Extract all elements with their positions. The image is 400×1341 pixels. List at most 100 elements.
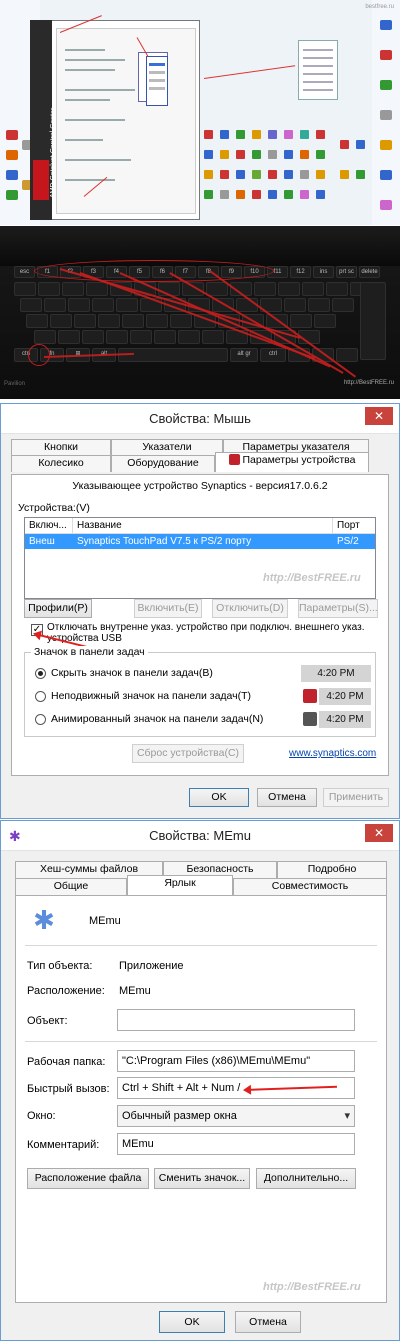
brand-label: Pavilion — [4, 381, 26, 387]
function-key: f12 — [290, 266, 311, 278]
function-key: ins — [313, 266, 334, 278]
arrow-key — [336, 348, 358, 362]
keyboard-key — [236, 298, 258, 312]
desktop-icons-right — [372, 0, 400, 225]
keyboard-key — [58, 330, 80, 344]
device-enabled: Внеш — [29, 536, 55, 547]
ctrl-key: ctrl — [260, 348, 286, 362]
function-key: delete — [359, 266, 380, 278]
radio-animated-icon[interactable] — [35, 714, 46, 725]
device-row[interactable]: Внеш Synaptics TouchPad V7.5 к PS/2 порт… — [25, 534, 375, 549]
title-bar: Свойства: Мышь ✕ — [1, 404, 399, 434]
radio-hide-icon[interactable] — [35, 668, 46, 679]
tab-shortcut[interactable]: Ярлык — [127, 875, 233, 895]
keyboard-key — [74, 314, 96, 328]
ok-button[interactable]: OK — [159, 1311, 225, 1333]
desktop-shortcuts — [200, 120, 390, 220]
mouse-properties-dialog: Свойства: Мышь ✕ Кнопки Указатели Параме… — [0, 403, 400, 819]
separator — [25, 945, 377, 946]
checkbox-label: Отключать внутренне указ. устройство при… — [47, 622, 364, 644]
space-key — [118, 348, 228, 362]
checkbox-label-line2: устройства USB — [47, 633, 122, 644]
close-button[interactable]: ✕ — [365, 407, 393, 425]
advanced-button[interactable]: Дополнительно... — [256, 1168, 356, 1189]
settings-button[interactable]: Параметры(S)... — [298, 599, 378, 618]
profiles-button[interactable]: Профили(P) — [24, 599, 92, 618]
tab-pointers[interactable]: Указатели — [111, 439, 223, 456]
radio-static-icon[interactable] — [35, 691, 46, 702]
keyboard-key — [254, 282, 276, 296]
tab-general[interactable]: Общие — [15, 878, 127, 895]
title-bar: ✱ Свойства: MEmu ✕ — [1, 821, 399, 851]
device-name: Synaptics TouchPad V7.5 к PS/2 порту — [77, 536, 252, 547]
reset-device-button[interactable]: Сброс устройства(С) — [132, 744, 244, 763]
app-name: MEmu — [89, 915, 121, 927]
tab-compatibility[interactable]: Совместимость — [233, 878, 387, 895]
keyboard-key — [284, 298, 306, 312]
numpad-area — [360, 282, 386, 360]
close-button[interactable]: ✕ — [365, 824, 393, 842]
keyboard-key — [278, 282, 300, 296]
context-menu[interactable] — [298, 40, 338, 100]
type-label: Тип объекта: — [27, 960, 93, 972]
keyboard-key — [116, 298, 138, 312]
radio-animated-icon-label: Анимированный значок на панели задач(N) — [51, 713, 264, 725]
synaptics-tray-icon — [303, 689, 317, 703]
checkbox-label-line1: Отключать внутренне указ. устройство при… — [47, 622, 365, 633]
apply-button[interactable]: Применить — [323, 788, 389, 807]
column-enabled[interactable]: Включ... — [25, 518, 73, 533]
function-key: prt sc — [336, 266, 357, 278]
tab-wheel[interactable]: Колесико — [11, 455, 111, 472]
tab-hardware[interactable]: Оборудование — [111, 455, 215, 472]
object-label: Объект: — [27, 1015, 68, 1027]
change-icon-button[interactable]: Сменить значок... — [154, 1168, 250, 1189]
keyboard-key — [82, 330, 104, 344]
separator — [25, 1041, 377, 1042]
disable-button[interactable]: Отключить(D) — [212, 599, 288, 618]
amd-dropdown[interactable] — [146, 56, 168, 106]
object-field[interactable] — [117, 1009, 355, 1031]
watermark: http://BestFREE.ru — [263, 1281, 361, 1293]
shortcut-panel — [15, 895, 387, 1303]
memu-properties-dialog: ✱ Свойства: MEmu ✕ Хеш-суммы файлов Безо… — [0, 820, 400, 1341]
open-file-location-button[interactable]: Расположение файла — [27, 1168, 149, 1189]
tab-details[interactable]: Подробно — [277, 861, 387, 878]
keyboard-key — [290, 314, 312, 328]
synaptics-link[interactable]: www.synaptics.com — [289, 748, 376, 759]
devices-label: Устройства:(V) — [18, 502, 90, 514]
keyboard-key — [202, 330, 224, 344]
amd-logo — [33, 160, 49, 200]
keyboard-key — [326, 282, 348, 296]
tab-row-front: Общие Ярлык Совместимость — [15, 875, 387, 895]
window-select[interactable]: Обычный размер окна — [117, 1105, 355, 1127]
amd-content-area — [56, 28, 196, 214]
cancel-button[interactable]: Отмена — [257, 788, 317, 807]
synaptics-heading: Указывающее устройство Synaptics - верси… — [72, 480, 328, 492]
enable-button[interactable]: Включить(E) — [134, 599, 202, 618]
annotation-arrow — [203, 65, 296, 79]
workdir-field[interactable]: "C:\Program Files (x86)\MEmu\MEmu" — [117, 1050, 355, 1072]
comment-field[interactable]: MEmu — [117, 1133, 355, 1155]
tab-device-settings[interactable]: Параметры устройства — [215, 452, 369, 472]
keyboard-key — [308, 298, 330, 312]
type-value: Приложение — [119, 960, 184, 972]
keyboard-key — [302, 282, 324, 296]
keyboard-key — [92, 298, 114, 312]
dialog-title: Свойства: Мышь — [149, 411, 251, 426]
tray-preview-animated: 4:20 PM — [319, 711, 371, 728]
device-list[interactable]: Включ... Название Порт Внеш Synaptics To… — [24, 517, 376, 599]
synaptics-icon — [228, 454, 240, 465]
tray-preview-hidden: 4:20 PM — [301, 665, 371, 682]
ok-button[interactable]: OK — [189, 788, 249, 807]
workdir-label: Рабочая папка: — [27, 1056, 106, 1068]
cancel-button[interactable]: Отмена — [235, 1311, 301, 1333]
keyboard-photo: escf1f2f3f4f5f6f7f8f9f10f11f12insprt scd… — [0, 226, 400, 399]
keyboard-key — [44, 298, 66, 312]
tab-buttons[interactable]: Кнопки — [11, 439, 111, 456]
keyboard-key — [122, 314, 144, 328]
device-list-header: Включ... Название Порт — [25, 518, 375, 534]
tray-preview-static: 4:20 PM — [319, 688, 371, 705]
column-name[interactable]: Название — [73, 518, 333, 533]
column-port[interactable]: Порт — [333, 518, 375, 533]
keyboard-key — [50, 314, 72, 328]
